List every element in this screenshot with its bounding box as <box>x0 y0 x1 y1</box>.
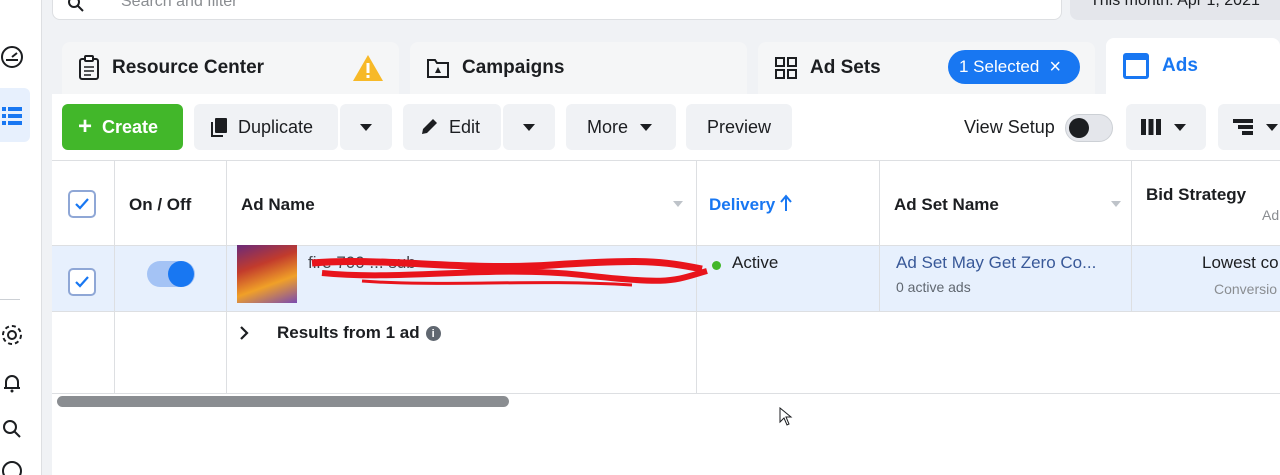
ads-manager: Search and filter This month: Apr 1, 202… <box>0 0 1280 475</box>
clipboard-icon <box>78 55 100 81</box>
caret-down-icon <box>360 123 372 131</box>
sort-caret-icon[interactable] <box>673 201 683 207</box>
search-filter-bar[interactable]: Search and filter <box>52 0 1062 20</box>
tab-ads-label: Ads <box>1162 55 1198 76</box>
more-label: More <box>587 116 629 137</box>
search-placeholder: Search and filter <box>121 0 238 10</box>
col-divider <box>1131 161 1132 311</box>
row-divider <box>52 393 1280 394</box>
grid-icon <box>774 56 798 80</box>
toggle-knob <box>1069 118 1089 138</box>
chevron-right-icon[interactable] <box>238 325 250 341</box>
col-divider <box>114 161 115 393</box>
header-delivery[interactable]: Delivery <box>709 195 775 215</box>
create-button[interactable]: + Create <box>62 104 183 150</box>
gear-icon[interactable] <box>0 323 24 347</box>
bid-strategy-value: Lowest co <box>1202 253 1279 272</box>
tab-resource-center-label: Resource Center <box>112 57 265 78</box>
caret-down-icon <box>1266 123 1278 131</box>
search-icon[interactable] <box>0 417 24 441</box>
ads-table-icon[interactable] <box>0 104 24 128</box>
tab-campaigns[interactable]: Campaigns <box>410 42 747 94</box>
results-summary-label: Results from 1 ad <box>277 323 420 342</box>
dashboard-icon[interactable] <box>0 45 24 69</box>
duplicate-button[interactable]: Duplicate <box>194 104 338 150</box>
toolbar: + Create Duplicate Edit More Preview Vie… <box>52 94 1280 160</box>
header-ad-name[interactable]: Ad Name <box>241 195 315 215</box>
ad-set-name-link[interactable]: Ad Set May Get Zero Co... <box>896 253 1096 273</box>
columns-button[interactable] <box>1126 104 1206 150</box>
ad-on-off-switch[interactable] <box>147 261 195 287</box>
plus-icon: + <box>78 113 93 140</box>
select-all-checkbox[interactable] <box>68 190 96 218</box>
pencil-icon <box>419 117 439 137</box>
more-button[interactable]: More <box>566 104 676 150</box>
switch-knob <box>168 261 194 287</box>
results-summary: Results from 1 ad i <box>277 323 441 343</box>
search-icon <box>67 0 85 18</box>
delivery-status: Active <box>732 253 779 272</box>
main-area: Search and filter This month: Apr 1, 202… <box>42 0 1280 475</box>
sort-ascending-icon[interactable] <box>779 194 793 212</box>
edit-label: Edit <box>449 116 481 137</box>
bid-strategy-sub: Conversio <box>1214 281 1278 297</box>
selected-pill-label: 1 Selected <box>959 57 1040 76</box>
active-status-dot <box>712 261 721 270</box>
duplicate-label: Duplicate <box>238 116 314 137</box>
date-range-label: This month: Apr 1, 2021 <box>1090 0 1260 9</box>
ad-set-active-ads: 0 active ads <box>896 279 971 295</box>
edit-dropdown-button[interactable] <box>503 104 555 150</box>
ad-thumbnail[interactable] <box>237 245 297 303</box>
date-range-picker[interactable]: This month: Apr 1, 2021 <box>1070 0 1280 20</box>
duplicate-dropdown-button[interactable] <box>340 104 392 150</box>
warning-icon <box>352 54 384 82</box>
tab-campaigns-label: Campaigns <box>462 57 565 78</box>
breakdown-button[interactable] <box>1218 104 1280 150</box>
ads-table: On / Off Ad Name Delivery Ad Set Name Bi… <box>52 160 1280 475</box>
help-icon[interactable] <box>0 459 24 475</box>
view-setup-label: View Setup <box>964 117 1055 137</box>
selected-filter-pill[interactable]: 1 Selected × <box>948 50 1080 84</box>
close-icon[interactable]: × <box>1049 57 1061 77</box>
col-divider <box>879 161 880 311</box>
create-label: Create <box>102 116 159 137</box>
sort-caret-icon[interactable] <box>1111 201 1121 207</box>
horizontal-scrollbar[interactable] <box>57 396 509 407</box>
columns-icon <box>1140 118 1162 136</box>
breakdown-icon <box>1232 118 1254 136</box>
duplicate-icon <box>210 117 228 137</box>
row-checkbox[interactable] <box>68 268 96 296</box>
folder-icon <box>426 57 450 79</box>
preview-label: Preview <box>707 116 772 137</box>
view-setup-toggle[interactable] <box>1065 114 1113 142</box>
header-ad-set-name[interactable]: Ad Set Name <box>894 195 999 215</box>
caret-down-icon <box>640 123 653 131</box>
caret-down-icon <box>523 123 535 131</box>
redaction-scribble <box>311 257 708 287</box>
tab-ad-sets-label: Ad Sets <box>810 57 881 78</box>
header-bid-strategy-sub: Ad <box>1262 207 1280 223</box>
header-bid-strategy[interactable]: Bid Strategy <box>1146 185 1246 205</box>
header-on-off[interactable]: On / Off <box>129 195 191 215</box>
rail-separator <box>0 299 20 300</box>
edit-button[interactable]: Edit <box>403 104 501 150</box>
preview-button[interactable]: Preview <box>686 104 792 150</box>
left-rail <box>0 0 42 475</box>
info-icon[interactable]: i <box>425 326 441 342</box>
ad-window-icon <box>1122 52 1150 80</box>
col-divider <box>226 161 227 393</box>
caret-down-icon <box>1174 123 1186 131</box>
mouse-cursor-icon <box>779 407 793 426</box>
bell-icon[interactable] <box>0 371 24 395</box>
tab-ads[interactable]: Ads <box>1106 38 1280 94</box>
tab-resource-center[interactable]: Resource Center <box>62 42 399 94</box>
row-divider <box>52 311 1280 312</box>
